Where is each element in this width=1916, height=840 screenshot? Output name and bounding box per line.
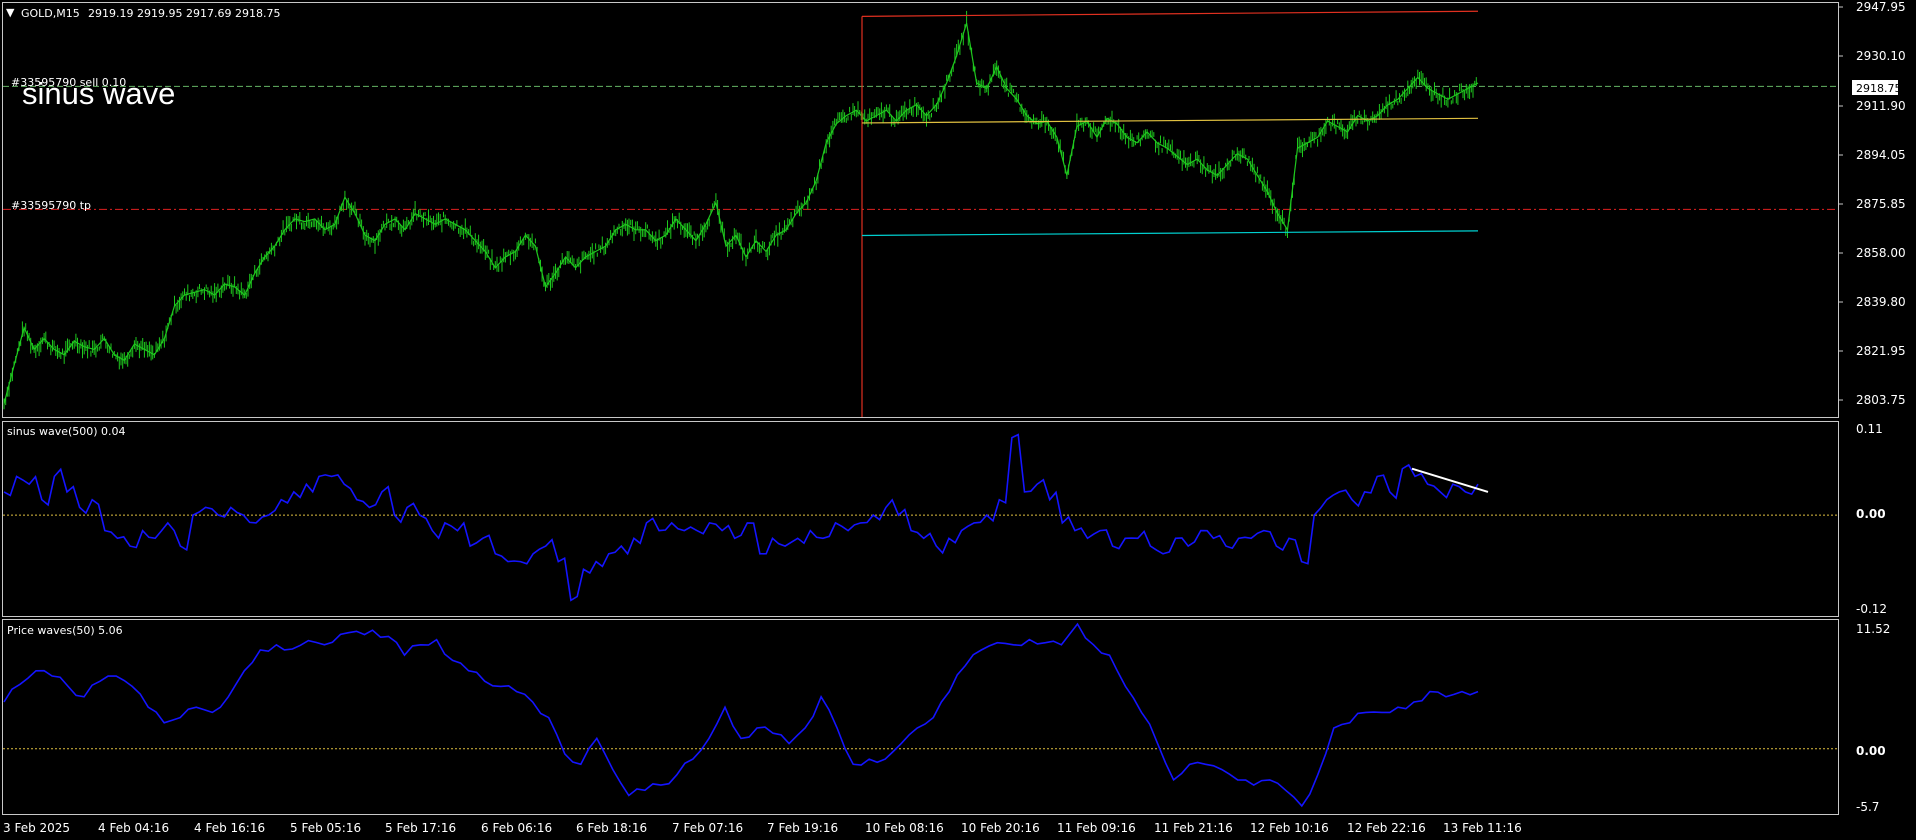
time-axis-label: 7 Feb 07:16 [672, 821, 743, 835]
sinus-axis: 0.11 0.00 -0.12 [1856, 422, 1887, 616]
time-axis: 3 Feb 2025 4 Feb 04:16 4 Feb 16:16 5 Feb… [3, 821, 1522, 835]
price-waves-axis-label: -5.7 [1856, 800, 1879, 814]
channel-middle-line [861, 117, 1479, 124]
time-axis-label: 11 Feb 09:16 [1057, 821, 1136, 835]
symbol-label: GOLD,M15 [21, 7, 80, 20]
price-axis-label: 2858.00 [1856, 246, 1906, 260]
price-axis-label: 2803.75 [1856, 393, 1906, 407]
time-axis-label: 12 Feb 10:16 [1250, 821, 1329, 835]
time-axis-label: 4 Feb 16:16 [194, 821, 265, 835]
price-waves-panel-frame [2, 619, 1839, 815]
channel-bottom-line [861, 230, 1479, 237]
price-waves-axis-label: 11.52 [1856, 622, 1890, 636]
price-waves-axis-label: 0.00 [1856, 744, 1886, 758]
price-waves-axis: 11.52 0.00 -5.7 [1856, 622, 1890, 814]
sinus-axis-label: -0.12 [1856, 602, 1887, 616]
price-axis-label: 2947.95 [1856, 0, 1906, 14]
chart-window: ▼ GOLD,M15 2919.19 2919.95 2917.69 2918.… [2, 0, 1906, 835]
time-axis-label: 11 Feb 21:16 [1154, 821, 1233, 835]
price-axis-label: 2930.10 [1856, 49, 1906, 63]
sinus-wave-line [3, 433, 1479, 602]
sinus-wave-layer[interactable] [3, 433, 1838, 602]
time-axis-label: 10 Feb 20:16 [961, 821, 1040, 835]
time-axis-label: 5 Feb 05:16 [290, 821, 361, 835]
time-axis-label: 6 Feb 06:16 [481, 821, 552, 835]
triangle-down-icon[interactable]: ▼ [6, 6, 15, 19]
price-axis-label: 2875.85 [1856, 197, 1906, 211]
channel-top-line [861, 10, 1479, 17]
tp-order-label[interactable]: #33595790 tp [11, 199, 91, 212]
price-waves-layer[interactable] [3, 622, 1838, 808]
time-axis-label: 13 Feb 11:16 [1443, 821, 1522, 835]
overlay-title: sinus wave [22, 76, 175, 111]
price-series-line [3, 23, 1479, 404]
price-axis-label: 2821.95 [1856, 344, 1906, 358]
price-axis-label: 2839.80 [1856, 295, 1906, 309]
price-waves-line [3, 622, 1479, 808]
time-axis-label: 10 Feb 08:16 [865, 821, 944, 835]
time-axis-label: 4 Feb 04:16 [98, 821, 169, 835]
main-chart-layer[interactable] [3, 10, 1838, 417]
price-waves-panel-label: Price waves(50) 5.06 [7, 624, 123, 637]
sinus-axis-label: 0.00 [1856, 507, 1886, 521]
time-axis-label: 12 Feb 22:16 [1347, 821, 1426, 835]
sinus-panel-label: sinus wave(500) 0.04 [7, 425, 126, 438]
sinus-panel-frame [2, 421, 1839, 617]
sinus-axis-label: 0.11 [1856, 422, 1883, 436]
time-axis-label: 7 Feb 19:16 [767, 821, 838, 835]
time-axis-label: 6 Feb 18:16 [576, 821, 647, 835]
main-panel-frame [2, 2, 1839, 418]
price-axis: 2947.95 2930.10 2911.90 2894.05 2875.85 … [1856, 0, 1906, 407]
price-axis-label: 2894.05 [1856, 148, 1906, 162]
time-axis-label: 3 Feb 2025 [3, 821, 70, 835]
current-price-text: 2918.75 [1856, 82, 1902, 95]
ohlc-text: 2919.19 2919.95 2917.69 2918.75 [88, 7, 280, 20]
price-axis-label: 2911.90 [1856, 99, 1906, 113]
time-axis-label: 5 Feb 17:16 [385, 821, 456, 835]
